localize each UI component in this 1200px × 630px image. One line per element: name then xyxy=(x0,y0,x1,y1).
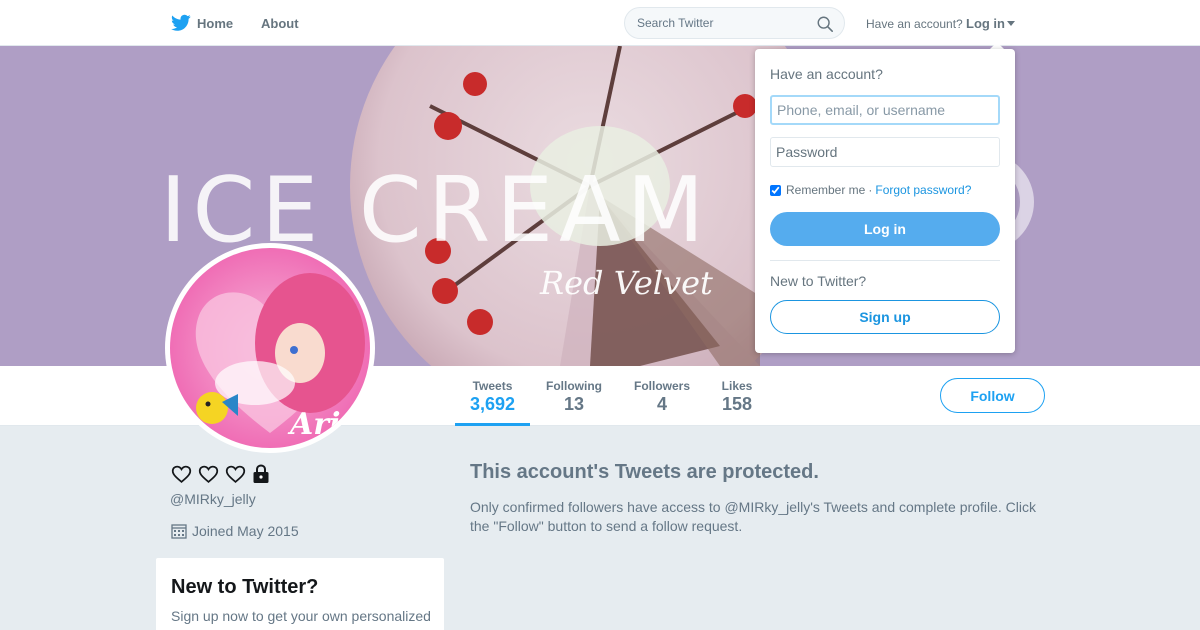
calendar-icon xyxy=(171,524,187,539)
stat-label: Likes xyxy=(721,379,753,393)
login-dropdown: Have an account? Remember me · Forgot pa… xyxy=(755,49,1015,353)
search-icon[interactable] xyxy=(816,15,834,33)
password-field[interactable] xyxy=(770,137,1000,167)
heart-outline-icon xyxy=(225,464,246,484)
stat-following[interactable]: Following 13 xyxy=(538,366,610,426)
stat-label: Followers xyxy=(633,379,690,393)
dropdown-title: Have an account? xyxy=(770,66,883,82)
separator: · xyxy=(868,183,873,197)
protected-text: Only confirmed followers have access to … xyxy=(470,499,1036,534)
forgot-password-link[interactable]: Forgot password? xyxy=(875,183,971,197)
stat-label: Following xyxy=(546,379,602,393)
stat-tweets[interactable]: Tweets 3,692 xyxy=(455,366,530,426)
top-navigation-bar: Home About Have an account? Log in xyxy=(0,0,1200,46)
joined-text: Joined May 2015 xyxy=(192,523,299,539)
login-dropdown-toggle[interactable]: Log in xyxy=(966,16,1015,31)
username-field[interactable] xyxy=(770,95,1000,125)
twitter-bird-icon[interactable] xyxy=(171,14,191,32)
signup-promo-title: New to Twitter? xyxy=(171,576,319,598)
profile-name-icons xyxy=(171,464,273,484)
profile-handle[interactable]: @MIRky_jelly xyxy=(170,491,256,507)
stat-label: Tweets xyxy=(472,379,513,393)
stat-likes[interactable]: Likes 158 xyxy=(712,366,762,426)
protected-title: This account's Tweets are protected. xyxy=(470,461,819,483)
signup-promo-text: Sign up now to get your own personalized… xyxy=(171,608,431,630)
avatar[interactable]: Ari xyxy=(165,243,375,453)
have-account-text: Have an account? xyxy=(866,17,963,31)
divider xyxy=(770,260,1000,261)
avatar-caption: Ari xyxy=(287,407,340,442)
joined-date: Joined May 2015 xyxy=(171,523,299,539)
stat-value: 4 xyxy=(656,394,667,414)
nav-about-link[interactable]: About xyxy=(261,16,299,31)
signup-promo-card: New to Twitter? Sign up now to get your … xyxy=(156,558,444,630)
stat-value: 158 xyxy=(721,394,753,414)
heart-outline-icon xyxy=(198,464,219,484)
caret-down-icon xyxy=(1007,21,1015,26)
heart-outline-icon xyxy=(171,464,192,484)
signup-button[interactable]: Sign up xyxy=(770,300,1000,334)
remember-me-label[interactable]: Remember me xyxy=(786,183,865,197)
remember-row: Remember me · Forgot password? xyxy=(770,183,971,197)
banner-script-text: Red Velvet xyxy=(539,264,713,302)
search-input[interactable] xyxy=(637,16,817,30)
nav-home-link[interactable]: Home xyxy=(197,16,233,31)
avatar-image: Ari xyxy=(170,248,370,448)
lock-icon xyxy=(252,464,273,484)
stat-value: 13 xyxy=(563,394,585,414)
stat-value: 3,692 xyxy=(469,394,516,414)
stat-followers[interactable]: Followers 4 xyxy=(626,366,698,426)
new-to-twitter-label: New to Twitter? xyxy=(770,273,867,289)
login-link-label: Log in xyxy=(966,16,1005,31)
search-box xyxy=(624,7,845,39)
follow-button[interactable]: Follow xyxy=(940,378,1045,413)
remember-me-checkbox[interactable] xyxy=(770,184,781,196)
login-button[interactable]: Log in xyxy=(770,212,1000,246)
